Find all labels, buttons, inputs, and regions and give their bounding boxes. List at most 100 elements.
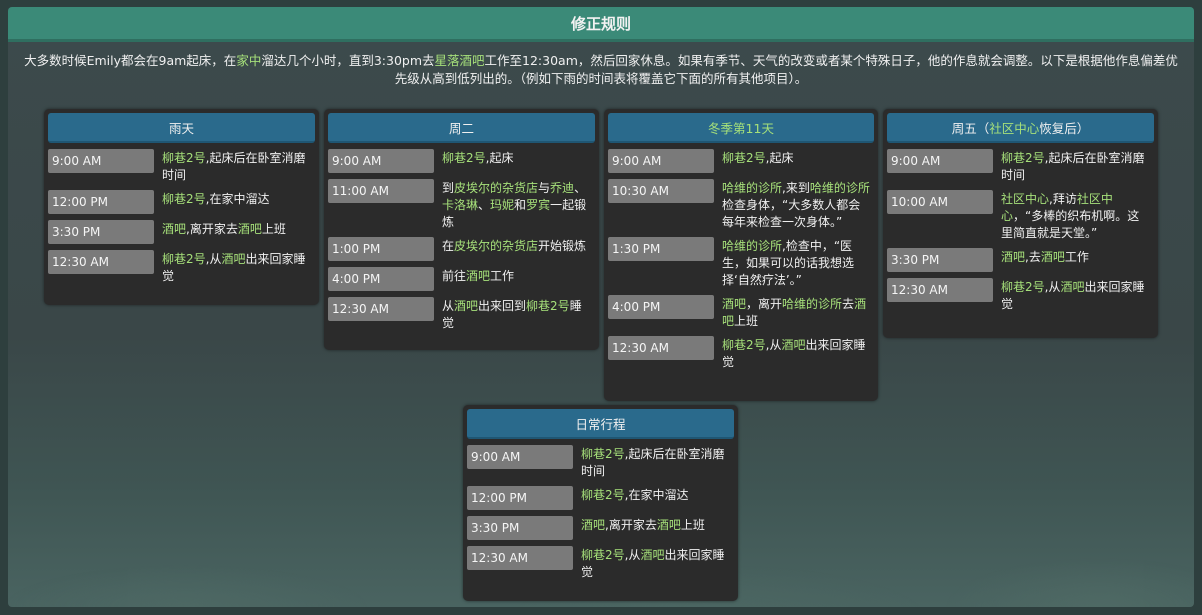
text-segment: 去 [842, 297, 855, 311]
highlight-link[interactable]: 柳巷2号 [581, 488, 625, 502]
highlight-link[interactable]: 酒吧 [221, 252, 245, 266]
text-segment: ,去 [1025, 250, 1041, 264]
highlight-link[interactable]: 柳巷2号 [581, 447, 625, 461]
time-label: 3:30 PM [887, 248, 993, 272]
time-label: 12:00 PM [467, 486, 573, 510]
text-segment: 在 [442, 239, 455, 253]
activity-description: 酒吧,离开家去酒吧上班 [573, 516, 734, 540]
schedule-card-friday: 周五（ 社区中心 恢复后） 9:00 AM 柳巷2号,起床后在卧室消磨时间 10:00 A… [883, 109, 1158, 338]
text-segment: 到 [442, 181, 455, 195]
text-segment: 周二 [448, 120, 474, 136]
activity-description: 柳巷2号,起床后在卧室消磨时间 [573, 445, 734, 480]
schedule-row: 3:30 PM 酒吧,离开家去酒吧上班 [467, 516, 734, 540]
highlight-link[interactable]: 社区中心 [1001, 192, 1049, 206]
schedule-panel: 修正规则 大多数时候Emily都会在9am起床，在家中溜达几个小时，直到3:30… [8, 7, 1194, 607]
highlight-link[interactable]: 酒吧 [1041, 250, 1065, 264]
highlight-link[interactable]: 酒吧 [581, 518, 605, 532]
highlight-link[interactable]: 酒吧 [781, 338, 805, 352]
time-label: 1:00 PM [328, 237, 434, 261]
highlight-link[interactable]: 柳巷2号 [1001, 280, 1045, 294]
text-segment: ,起床 [765, 151, 794, 165]
schedule-row: 3:30 PM 酒吧,去酒吧工作 [887, 248, 1154, 272]
schedule-card-tuesday: 周二 9:00 AM 柳巷2号,起床 11:00 AM 到皮埃尔的杂货店与乔迪、卡洛琳、… [324, 109, 599, 350]
highlight-link[interactable]: 皮埃尔的杂货店 [454, 181, 538, 195]
highlight-link[interactable]: 柳巷2号 [442, 151, 486, 165]
text-segment: 上班 [734, 314, 759, 328]
highlight-link[interactable]: 酒吧 [722, 297, 746, 311]
highlight-link[interactable]: 哈维的诊所 [722, 181, 782, 195]
text-segment: ,从 [205, 252, 222, 266]
schedule-row: 4:00 PM 酒吧，离开哈维的诊所去酒吧上班 [608, 295, 874, 330]
time-label: 12:30 AM [887, 278, 993, 302]
highlight-link[interactable]: 酒吧 [657, 518, 681, 532]
schedule-row: 10:30 AM 哈维的诊所,来到哈维的诊所检查身体，“大多数人都会每年来检查一次… [608, 179, 874, 231]
text-segment: 溜达几个小时，直到3:30pm去 [261, 53, 435, 68]
time-label: 10:30 AM [608, 179, 714, 203]
time-label: 1:30 PM [608, 237, 714, 261]
text-segment: 、 [478, 198, 491, 212]
text-segment: 检查身体，“大多数人都会每年来检查一次身体。” [722, 198, 861, 229]
text-segment: 日常行程 [575, 416, 626, 432]
activity-description: 柳巷2号,起床后在卧室消磨时间 [154, 149, 315, 184]
text-segment: ,离开家去 [605, 518, 657, 532]
text-segment: ,拜访 [1049, 192, 1077, 206]
highlight-link[interactable]: 玛妮 [490, 198, 514, 212]
highlight-link[interactable]: 哈维的诊所 [782, 297, 842, 311]
schedule-row: 3:30 PM 酒吧,离开家去酒吧上班 [48, 220, 315, 244]
card-header: 雨天 [48, 113, 315, 143]
schedule-row: 10:00 AM 社区中心,拜访社区中心，“多棒的织布机啊。这里简直就是天堂。” [887, 190, 1154, 242]
activity-description: 从酒吧出来回到柳巷2号睡觉 [434, 297, 595, 332]
schedule-row: 9:00 AM 柳巷2号,起床后在卧室消磨时间 [887, 149, 1154, 184]
schedule-row: 9:00 AM 柳巷2号,起床 [328, 149, 595, 173]
activity-description: 柳巷2号,从酒吧出来回家睡觉 [573, 546, 734, 581]
highlight-link[interactable]: 皮埃尔的杂货店 [454, 239, 538, 253]
highlight-link[interactable]: 酒吧 [1001, 250, 1025, 264]
time-label: 3:30 PM [48, 220, 154, 244]
text-segment: ，离开 [746, 297, 783, 311]
text-segment: 上班 [261, 222, 286, 236]
schedule-row: 9:00 AM 柳巷2号,起床后在卧室消磨时间 [467, 445, 734, 480]
highlight-link[interactable]: 酒吧 [466, 269, 490, 283]
highlight-link[interactable]: 酒吧 [1060, 280, 1084, 294]
card-header: 周二 [328, 113, 595, 143]
text-segment: ,从 [1044, 280, 1061, 294]
activity-description: 酒吧,去酒吧工作 [993, 248, 1154, 272]
text-segment: 工作 [490, 269, 515, 283]
highlight-link[interactable]: 柳巷2号 [581, 548, 625, 562]
highlight-link[interactable]: 乔迪 [550, 181, 574, 195]
text-segment: 周五（ [951, 120, 990, 136]
schedule-row: 12:00 PM 柳巷2号,在家中溜达 [467, 486, 734, 510]
highlight-link[interactable]: 柳巷2号 [1001, 151, 1045, 165]
schedule-card-daily: 日常行程 9:00 AM 柳巷2号,起床后在卧室消磨时间 12:00 PM 柳巷2号,在… [463, 405, 738, 601]
highlight-link[interactable]: 柳巷2号 [526, 299, 570, 313]
time-label: 12:00 PM [48, 190, 154, 214]
text-segment: 雨天 [168, 120, 194, 136]
text-segment: 恢复后） [1039, 120, 1090, 136]
highlight-link[interactable]: 卡洛琳 [442, 198, 478, 212]
schedule-row: 9:00 AM 柳巷2号,起床 [608, 149, 874, 173]
highlight-link[interactable]: 哈维的诊所 [722, 239, 782, 253]
page-title: 修正规则 [8, 7, 1194, 42]
highlight-link[interactable]: 哈维的诊所 [810, 181, 870, 195]
text-segment: 、 [574, 181, 587, 195]
highlight-link[interactable]: 柳巷2号 [722, 151, 766, 165]
highlight-link[interactable]: 酒吧 [454, 299, 478, 313]
schedule-row: 12:30 AM 柳巷2号,从酒吧出来回家睡觉 [467, 546, 734, 581]
highlight-link[interactable]: 冬季第11天 [708, 118, 774, 137]
highlight-link[interactable]: 酒吧 [238, 222, 262, 236]
highlight-link[interactable]: 星落酒吧 [435, 53, 485, 68]
highlight-link[interactable]: 酒吧 [162, 222, 186, 236]
highlight-link[interactable]: 柳巷2号 [162, 252, 206, 266]
highlight-link[interactable]: 罗宾 [526, 198, 550, 212]
highlight-link[interactable]: 柳巷2号 [162, 192, 206, 206]
activity-description: 哈维的诊所,检查中，“医生，如果可以的话我想选择‘自然疗法’。” [714, 237, 874, 289]
highlight-link[interactable]: 家中 [236, 53, 261, 68]
time-label: 9:00 AM [887, 149, 993, 173]
highlight-link[interactable]: 柳巷2号 [722, 338, 766, 352]
activity-description: 前往酒吧工作 [434, 267, 595, 291]
highlight-link[interactable]: 社区中心 [989, 118, 1039, 137]
highlight-link[interactable]: 柳巷2号 [162, 151, 206, 165]
schedule-row: 12:30 AM 柳巷2号,从酒吧出来回家睡觉 [48, 250, 315, 285]
highlight-link[interactable]: 酒吧 [640, 548, 664, 562]
text-segment: 前往 [442, 269, 467, 283]
